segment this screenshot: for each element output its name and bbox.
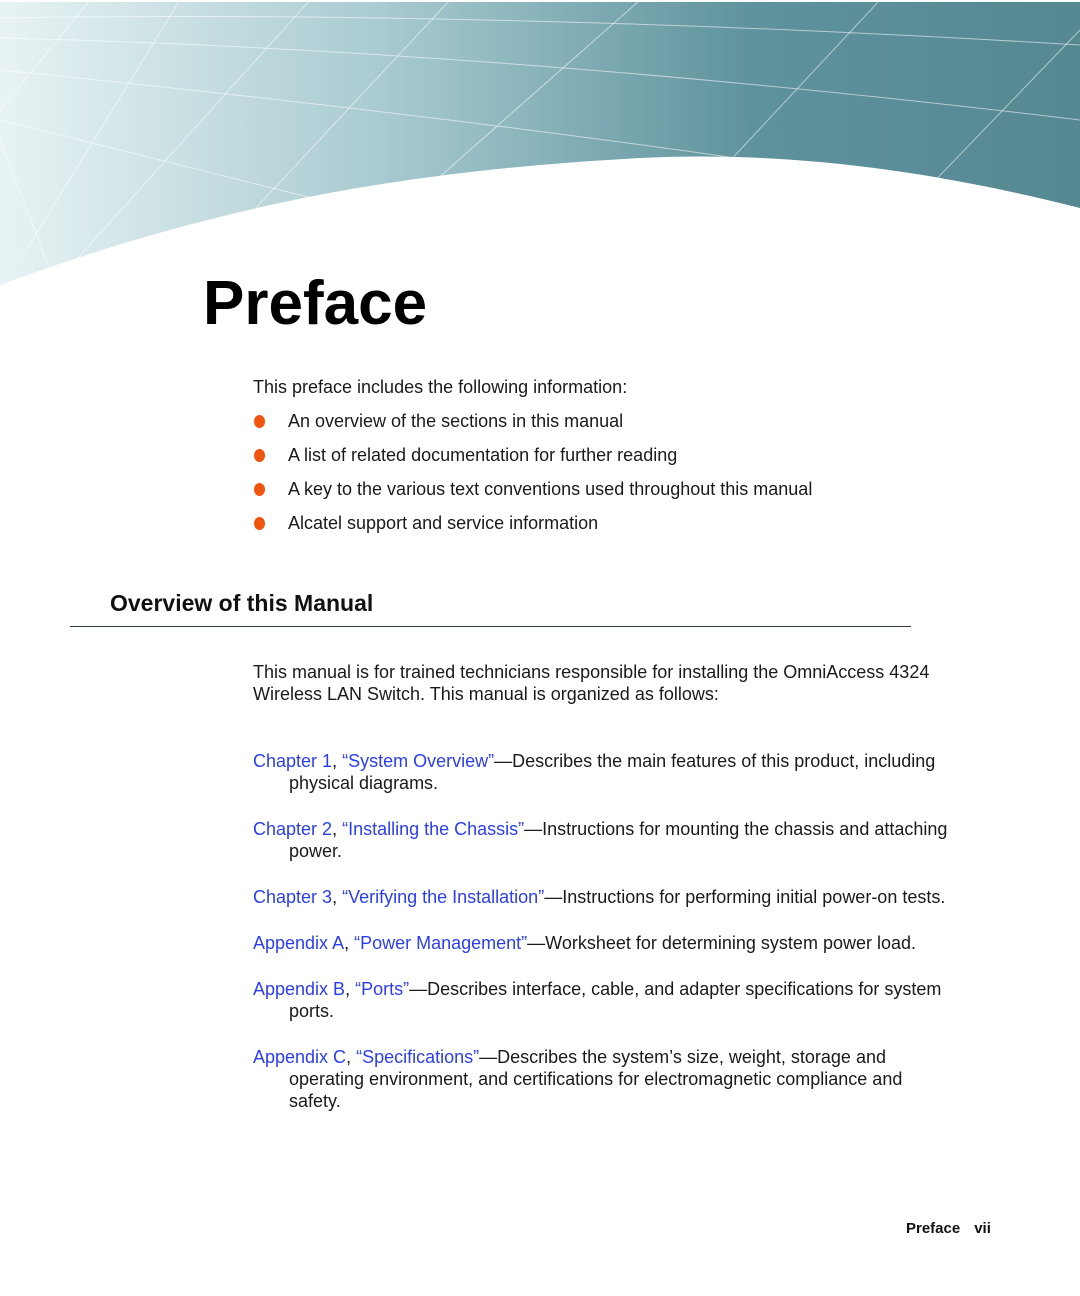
preface-contents-list: An overview of the sections in this manu… — [253, 410, 933, 546]
footer-section-name: Preface — [906, 1220, 961, 1237]
chapter-list: Chapter 1, “System Overview”—Describes t… — [253, 750, 953, 1136]
chapter-ref-link[interactable]: Chapter 2 — [253, 819, 332, 839]
bullet-icon — [254, 449, 265, 462]
appendix-title-link[interactable]: “Power Management” — [354, 933, 527, 953]
bullet-icon — [254, 415, 265, 428]
chapter-entry: Chapter 1, “System Overview”—Describes t… — [253, 751, 936, 793]
section-heading: Overview of this Manual — [110, 590, 374, 616]
chapter-ref-link[interactable]: Chapter 3 — [253, 887, 332, 907]
chapter-entry: Chapter 2, “Installing the Chassis”—Inst… — [253, 819, 948, 861]
footer-page-number: vii — [974, 1220, 991, 1237]
chapter-entry: Chapter 3, “Verifying the Installation”—… — [253, 887, 946, 907]
section-divider — [70, 626, 911, 627]
appendix-ref-link[interactable]: Appendix B — [253, 979, 345, 999]
appendix-entry: Appendix B, “Ports”—Describes interface,… — [253, 979, 942, 1021]
list-item: A list of related documentation for furt… — [253, 444, 933, 466]
section-paragraph: This manual is for trained technicians r… — [253, 662, 930, 704]
appendix-title-link[interactable]: “Ports” — [355, 979, 409, 999]
bullet-icon — [254, 483, 265, 496]
page-title: Preface — [203, 269, 428, 338]
appendix-ref-link[interactable]: Appendix A — [253, 933, 344, 953]
intro-text: This preface includes the following info… — [253, 377, 628, 397]
appendix-entry: Appendix A, “Power Management”—Worksheet… — [253, 933, 916, 953]
bullet-icon — [254, 517, 265, 530]
chapter-title-link[interactable]: “Verifying the Installation” — [342, 887, 544, 907]
appendix-ref-link[interactable]: Appendix C — [253, 1047, 346, 1067]
chapter-title-link[interactable]: “Installing the Chassis” — [342, 819, 524, 839]
header-banner — [0, 2, 1080, 285]
list-item: A key to the various text conventions us… — [253, 478, 933, 500]
chapter-ref-link[interactable]: Chapter 1 — [253, 751, 332, 771]
appendix-title-link[interactable]: “Specifications” — [356, 1047, 479, 1067]
list-item: An overview of the sections in this manu… — [253, 410, 933, 432]
appendix-description: —Worksheet for determining system power … — [527, 933, 916, 953]
chapter-title-link[interactable]: “System Overview” — [342, 751, 494, 771]
appendix-entry: Appendix C, “Specifications”—Describes t… — [253, 1047, 903, 1111]
chapter-description: —Instructions for performing initial pow… — [544, 887, 946, 907]
list-item: Alcatel support and service information — [253, 512, 933, 534]
page-footer: Preface vii — [906, 1220, 1005, 1237]
